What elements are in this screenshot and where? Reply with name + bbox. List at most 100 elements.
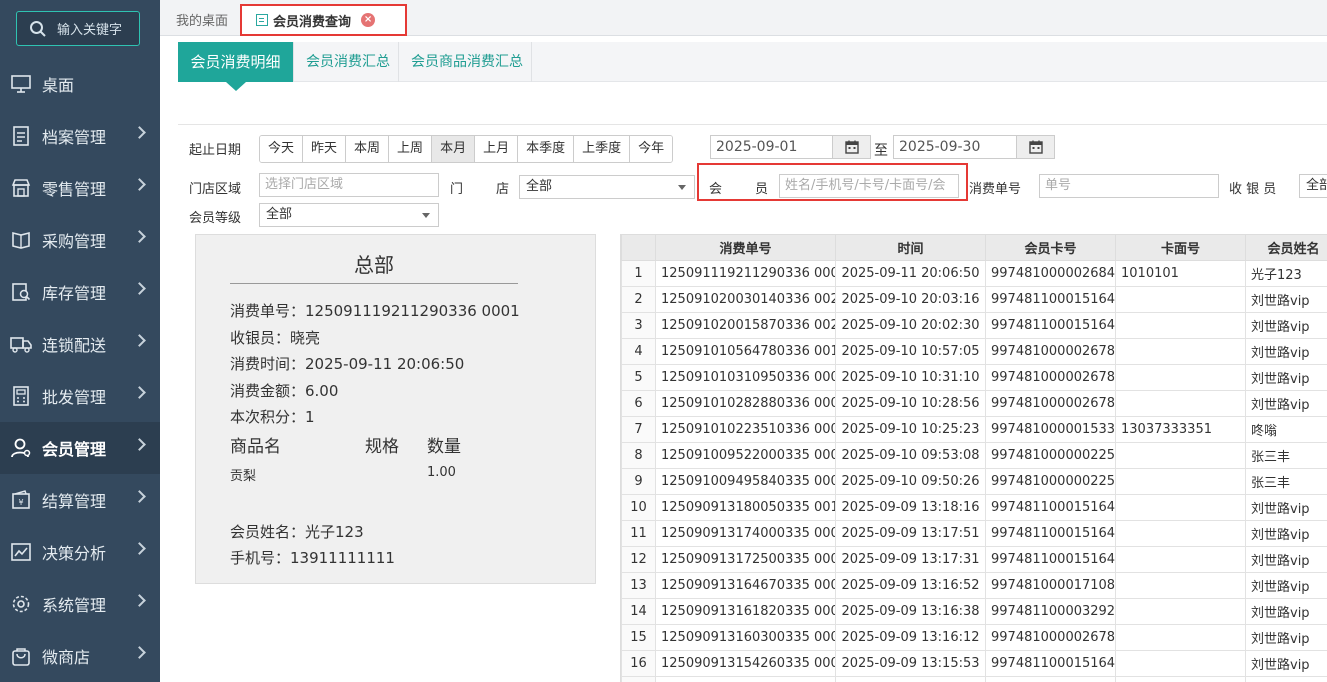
tab-current-label: 会员消费查询 [273, 14, 352, 30]
sidebar-item-2[interactable]: 零售管理 [0, 162, 160, 214]
chevron-right-icon [133, 178, 146, 191]
table-cell: 刘世路vip [1245, 520, 1327, 547]
table-cell: 刘世路vip [1245, 364, 1327, 391]
table-cell: 125090913160300335 0005 [655, 624, 836, 651]
sidebar-item-5[interactable]: 连锁配送 [0, 318, 160, 370]
table-row[interactable]: 4 125091010564780336 0010 2025-09-10 10:57… [621, 338, 1327, 365]
calendar-icon[interactable] [1016, 136, 1054, 158]
sidebar-item-label: 采购管理 [42, 232, 107, 251]
sidebar-item-9[interactable]: 决策分析 [0, 526, 160, 578]
table-cell: 9974810000026786 [985, 624, 1116, 651]
subtab-summary[interactable]: 会员消费汇总 [298, 42, 399, 82]
receipt-col-name: 商品名 [230, 437, 281, 457]
table-row[interactable]: 10 125090913180050335 0010 2025-09-09 13:1… [621, 494, 1327, 521]
table-row[interactable]: 5 125091010310950336 0005 2025-09-10 10:31… [621, 364, 1327, 391]
table-row[interactable]: 16 125090913154260335 0004 2025-09-09 13:1… [621, 650, 1327, 677]
table-row[interactable]: 6 125091010282880336 0004 2025-09-10 10:28… [621, 390, 1327, 417]
chart-icon [10, 541, 32, 563]
table-header[interactable]: 会员姓名 [1245, 234, 1327, 261]
receipt-cashier: 收银员：晓亮 [230, 329, 321, 347]
table-row[interactable]: 3 125091020015870336 0026 2025-09-10 20:02… [621, 312, 1327, 339]
table-cell: 刘世路vip [1245, 338, 1327, 365]
date-from-input[interactable]: 2025-09-01 [710, 135, 871, 159]
table-header[interactable] [621, 234, 656, 261]
sidebar-item-3[interactable]: 采购管理 [0, 214, 160, 266]
cashier-select[interactable]: 全部 [1299, 174, 1327, 198]
receipt-member-name: 会员姓名：光子123 [230, 523, 364, 541]
table-cell: 刘世路vip [1245, 312, 1327, 339]
quick-date-button[interactable]: 本周 [346, 136, 390, 162]
date-to-input[interactable]: 2025-09-30 [893, 135, 1055, 159]
order-input[interactable]: 单号 [1039, 174, 1219, 198]
quick-date-button[interactable]: 本月 [432, 136, 476, 162]
sidebar-item-6[interactable]: 批发管理 [0, 370, 160, 422]
quick-date-button[interactable]: 本季度 [518, 136, 575, 162]
sidebar-item-10[interactable]: 系统管理 [0, 578, 160, 630]
quick-date-button[interactable]: 上周 [389, 136, 433, 162]
quick-date-button[interactable]: 今天 [260, 136, 304, 162]
level-select[interactable]: 全部 [259, 203, 439, 227]
gear-icon [10, 593, 32, 615]
store-select[interactable]: 全部 [519, 175, 695, 199]
table-cell [1115, 546, 1246, 573]
table-header[interactable]: 卡面号 [1115, 234, 1246, 261]
table-cell [835, 676, 986, 682]
date-to-value: 2025-09-30 [899, 139, 981, 155]
table-row[interactable]: 17 [621, 676, 1327, 682]
quick-date-button[interactable]: 今年 [630, 136, 673, 162]
table-row[interactable]: 1 125091119211290336 0001 2025-09-11 20:06… [621, 260, 1327, 287]
table-cell [655, 676, 836, 682]
close-icon[interactable]: × [361, 13, 376, 27]
sidebar-item-8[interactable]: ¥ 结算管理 [0, 474, 160, 526]
sidebar-item-1[interactable]: 档案管理 [0, 110, 160, 162]
tab-home[interactable]: 我的桌面 [176, 10, 228, 29]
table-cell: 125091009522000335 0002 [655, 442, 836, 469]
quick-date-button[interactable]: 昨天 [303, 136, 347, 162]
svg-text:¥: ¥ [18, 498, 23, 507]
sidebar-item-4[interactable]: 库存管理 [0, 266, 160, 318]
sidebar-item-11[interactable]: 微商店 [0, 630, 160, 682]
date-from-value: 2025-09-01 [716, 139, 798, 155]
table-header[interactable]: 会员卡号 [985, 234, 1116, 261]
table-cell: 9974811000032923 [985, 598, 1116, 625]
receipt-time: 消费时间：2025-09-11 20:06:50 [230, 355, 465, 373]
quick-date-button[interactable]: 上季度 [574, 136, 631, 162]
sidebar-item-7[interactable]: 会员管理 [0, 422, 160, 474]
table-header[interactable]: 消费单号 [655, 234, 836, 261]
table-row[interactable]: 14 125090913161820335 0006 2025-09-09 13:1… [621, 598, 1327, 625]
chevron-right-icon [133, 126, 146, 139]
table-cell: 12 [621, 546, 656, 573]
table-cell [1115, 650, 1246, 677]
subtab-product-summary[interactable]: 会员商品消费汇总 [403, 42, 532, 82]
table-cell: 2025-09-10 10:31:10 [835, 364, 986, 391]
table-row[interactable]: 12 125090913172500335 0008 2025-09-09 13:1… [621, 546, 1327, 573]
sidebar-item-0[interactable]: 桌面 [0, 58, 160, 110]
table-row[interactable]: 9 125091009495840335 0001 2025-09-10 09:50… [621, 468, 1327, 495]
table-cell: 125091020015870336 0026 [655, 312, 836, 339]
calendar-icon[interactable] [832, 136, 870, 158]
table-row[interactable]: 13 125090913164670335 0007 2025-09-09 13:1… [621, 572, 1327, 599]
table-cell: 1010101 [1115, 260, 1246, 287]
table-cell [1115, 364, 1246, 391]
receipt-points: 本次积分：1 [230, 408, 315, 426]
table-row[interactable]: 8 125091009522000335 0002 2025-09-10 09:53… [621, 442, 1327, 469]
table-row[interactable]: 7 125091010223510336 0001 2025-09-10 10:25… [621, 416, 1327, 443]
table-row[interactable]: 15 125090913160300335 0005 2025-09-09 13:1… [621, 624, 1327, 651]
table-cell: 9974810000002258 [985, 468, 1116, 495]
table-cell: 9974810000026786 [985, 338, 1116, 365]
table-cell: 125091010223510336 0001 [655, 416, 836, 443]
search-button[interactable]: 输入关键字 [16, 11, 140, 46]
table-cell: 7 [621, 416, 656, 443]
table-cell: 光子123 [1245, 260, 1327, 287]
region-input[interactable]: 选择门店区域 [259, 173, 439, 197]
truck-icon [10, 333, 32, 355]
chevron-right-icon [133, 490, 146, 503]
table-cell: 2025-09-10 09:53:08 [835, 442, 986, 469]
table-row[interactable]: 11 125090913174000335 0009 2025-09-09 13:1… [621, 520, 1327, 547]
tab-current[interactable]: 会员消费查询 × [240, 4, 407, 36]
table-header[interactable]: 时间 [835, 234, 986, 261]
table-row[interactable]: 2 125091020030140336 0028 2025-09-10 20:03… [621, 286, 1327, 313]
subtab-detail[interactable]: 会员消费明细 [178, 42, 294, 91]
receipt-title: 总部 [354, 253, 394, 277]
quick-date-button[interactable]: 上月 [475, 136, 519, 162]
